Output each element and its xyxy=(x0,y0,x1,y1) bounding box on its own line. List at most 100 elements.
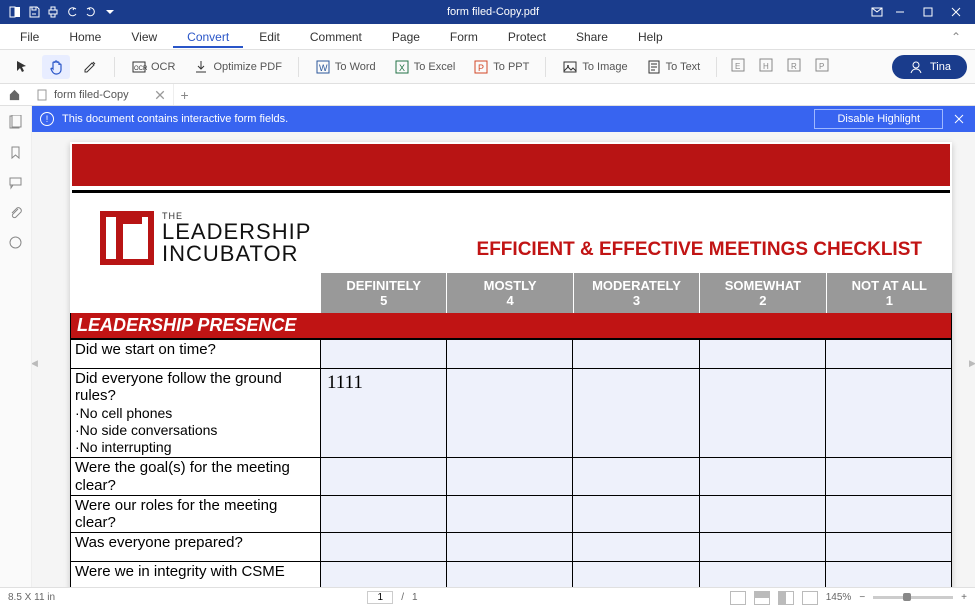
scale-value: 3 xyxy=(574,293,699,308)
scale-label: MOSTLY xyxy=(447,278,572,293)
banner-close-icon[interactable] xyxy=(951,114,967,124)
form-field[interactable] xyxy=(451,563,568,587)
to-text-button[interactable]: To Text xyxy=(640,55,707,79)
redo-icon[interactable] xyxy=(84,6,97,19)
save-icon[interactable] xyxy=(27,6,40,19)
user-account-button[interactable]: Tina xyxy=(892,55,967,79)
app-logo-icon[interactable] xyxy=(8,6,21,19)
page-number-input[interactable] xyxy=(367,591,393,604)
form-field[interactable] xyxy=(830,534,947,560)
form-field[interactable] xyxy=(830,563,947,587)
scale-value: 1 xyxy=(827,293,952,308)
document-icon xyxy=(36,89,48,101)
form-field[interactable] xyxy=(451,370,568,396)
close-button[interactable] xyxy=(945,4,967,20)
zoom-in-button[interactable]: + xyxy=(961,592,967,603)
view-continuous-icon[interactable] xyxy=(754,591,770,605)
to-word-button[interactable]: WTo Word xyxy=(309,55,382,79)
tab-home-icon[interactable] xyxy=(0,88,28,101)
menu-comment[interactable]: Comment xyxy=(296,26,376,48)
maximize-button[interactable] xyxy=(917,4,939,20)
zoom-out-button[interactable]: − xyxy=(859,592,865,603)
form-field[interactable] xyxy=(325,341,442,367)
edit-tool-icon[interactable] xyxy=(76,55,104,79)
view-facing-icon[interactable] xyxy=(778,591,794,605)
form-field[interactable] xyxy=(577,370,694,396)
form-field[interactable] xyxy=(325,563,442,587)
attachments-icon[interactable] xyxy=(8,204,24,220)
menu-file[interactable]: File xyxy=(6,26,53,48)
chat-icon[interactable] xyxy=(8,234,24,250)
form-field[interactable] xyxy=(325,370,442,396)
ocr-label: OCR xyxy=(151,61,175,73)
minimize-button[interactable] xyxy=(889,4,911,20)
hand-tool-icon[interactable] xyxy=(42,55,70,79)
form-field[interactable] xyxy=(325,534,442,560)
form-field[interactable] xyxy=(830,497,947,523)
disable-highlight-button[interactable]: Disable Highlight xyxy=(814,109,943,129)
to-ppt-button[interactable]: PTo PPT xyxy=(467,55,535,79)
convert-e-icon[interactable]: E xyxy=(727,54,749,79)
mail-icon[interactable] xyxy=(870,6,883,19)
form-field[interactable] xyxy=(451,341,568,367)
to-excel-button[interactable]: XTo Excel xyxy=(388,55,462,79)
form-field[interactable] xyxy=(704,370,821,396)
scale-label: MODERATELY xyxy=(574,278,699,293)
view-facing-continuous-icon[interactable] xyxy=(802,591,818,605)
divider xyxy=(545,57,546,77)
menu-edit[interactable]: Edit xyxy=(245,26,294,48)
menu-convert[interactable]: Convert xyxy=(173,26,243,48)
to-image-button[interactable]: To Image xyxy=(556,55,633,79)
decorative-red-band xyxy=(72,144,950,186)
svg-text:P: P xyxy=(478,63,484,73)
zoom-slider[interactable] xyxy=(873,596,953,599)
form-field[interactable] xyxy=(451,497,568,523)
form-field[interactable] xyxy=(325,497,442,523)
menu-home[interactable]: Home xyxy=(55,26,115,48)
form-field[interactable] xyxy=(704,459,821,485)
menu-protect[interactable]: Protect xyxy=(494,26,560,48)
menu-page[interactable]: Page xyxy=(378,26,434,48)
convert-h-icon[interactable]: H xyxy=(755,54,777,79)
form-field[interactable] xyxy=(704,341,821,367)
convert-r-icon[interactable]: R xyxy=(783,54,805,79)
form-field[interactable] xyxy=(704,563,821,587)
form-field[interactable] xyxy=(704,497,821,523)
tab-add-button[interactable]: + xyxy=(174,87,196,103)
menu-share[interactable]: Share xyxy=(562,26,622,48)
form-field[interactable] xyxy=(704,534,821,560)
convert-p-icon[interactable]: P xyxy=(811,54,833,79)
menu-view[interactable]: View xyxy=(117,26,171,48)
prev-page-icon[interactable]: ◀ xyxy=(32,136,37,587)
optimize-pdf-button[interactable]: Optimize PDF xyxy=(187,55,287,79)
question-line: ·No cell phones xyxy=(75,405,172,421)
form-field[interactable] xyxy=(577,497,694,523)
document-viewport[interactable]: ◀ ▶ THE LEADERSHIP INCUBATOR EFFICIENT &… xyxy=(32,132,975,587)
select-tool-icon[interactable] xyxy=(8,55,36,79)
form-field[interactable] xyxy=(577,534,694,560)
form-field[interactable] xyxy=(830,459,947,485)
form-field[interactable] xyxy=(830,370,947,396)
form-field[interactable] xyxy=(451,459,568,485)
next-page-icon[interactable]: ▶ xyxy=(970,136,975,587)
tab-close-icon[interactable] xyxy=(155,90,165,100)
tab-document[interactable]: form filed-Copy xyxy=(28,84,174,105)
collapse-ribbon-icon[interactable]: ⌃ xyxy=(943,28,969,46)
menu-form[interactable]: Form xyxy=(436,26,492,48)
comments-icon[interactable] xyxy=(8,174,24,190)
bookmarks-icon[interactable] xyxy=(8,144,24,160)
ocr-button[interactable]: OCROCR xyxy=(125,55,181,79)
undo-icon[interactable] xyxy=(65,6,78,19)
form-field[interactable] xyxy=(451,534,568,560)
form-field[interactable] xyxy=(830,341,947,367)
thumbnails-icon[interactable] xyxy=(8,114,24,130)
view-single-icon[interactable] xyxy=(730,591,746,605)
form-field[interactable] xyxy=(577,341,694,367)
form-field[interactable] xyxy=(577,459,694,485)
form-field[interactable] xyxy=(577,563,694,587)
print-icon[interactable] xyxy=(46,6,59,19)
qat-dropdown-icon[interactable] xyxy=(103,6,116,19)
main-area: ! This document contains interactive for… xyxy=(0,106,975,587)
form-field[interactable] xyxy=(325,459,442,485)
menu-help[interactable]: Help xyxy=(624,26,677,48)
